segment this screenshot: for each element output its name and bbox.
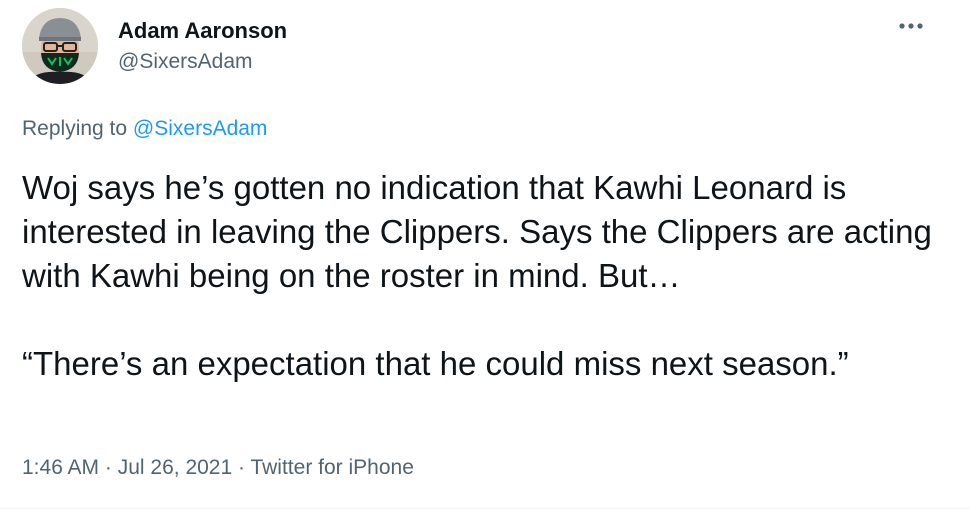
- more-options-button[interactable]: [893, 12, 929, 40]
- more-horizontal-icon: [899, 23, 923, 29]
- author-names: Adam Aaronson @SixersAdam: [118, 18, 287, 76]
- tweet-header: Adam Aaronson @SixersAdam: [22, 8, 287, 86]
- meta-separator: ·: [99, 456, 118, 479]
- tweet-metadata: 1:46 AM · Jul 26, 2021 · Twitter for iPh…: [22, 455, 414, 481]
- author-display-name[interactable]: Adam Aaronson: [118, 18, 287, 44]
- reply-context: Replying to @SixersAdam: [22, 116, 267, 142]
- meta-separator: ·: [232, 456, 251, 479]
- reply-context-prefix: Replying to: [22, 117, 133, 140]
- tweet-paragraph: “There’s an expectation that he could mi…: [22, 345, 849, 382]
- tweet-source[interactable]: Twitter for iPhone: [250, 456, 413, 479]
- tweet-text: Woj says he’s gotten no indication that …: [22, 166, 952, 386]
- author-handle[interactable]: @SixersAdam: [118, 48, 287, 76]
- tweet-card: Adam Aaronson @SixersAdam Replying to @S…: [0, 0, 970, 509]
- tweet-time[interactable]: 1:46 AM: [22, 456, 99, 479]
- avatar-image: [22, 8, 98, 84]
- avatar[interactable]: [22, 8, 98, 84]
- reply-mention-link[interactable]: @SixersAdam: [133, 117, 268, 140]
- tweet-paragraph: Woj says he’s gotten no indication that …: [22, 169, 932, 294]
- tweet-date[interactable]: Jul 26, 2021: [118, 456, 232, 479]
